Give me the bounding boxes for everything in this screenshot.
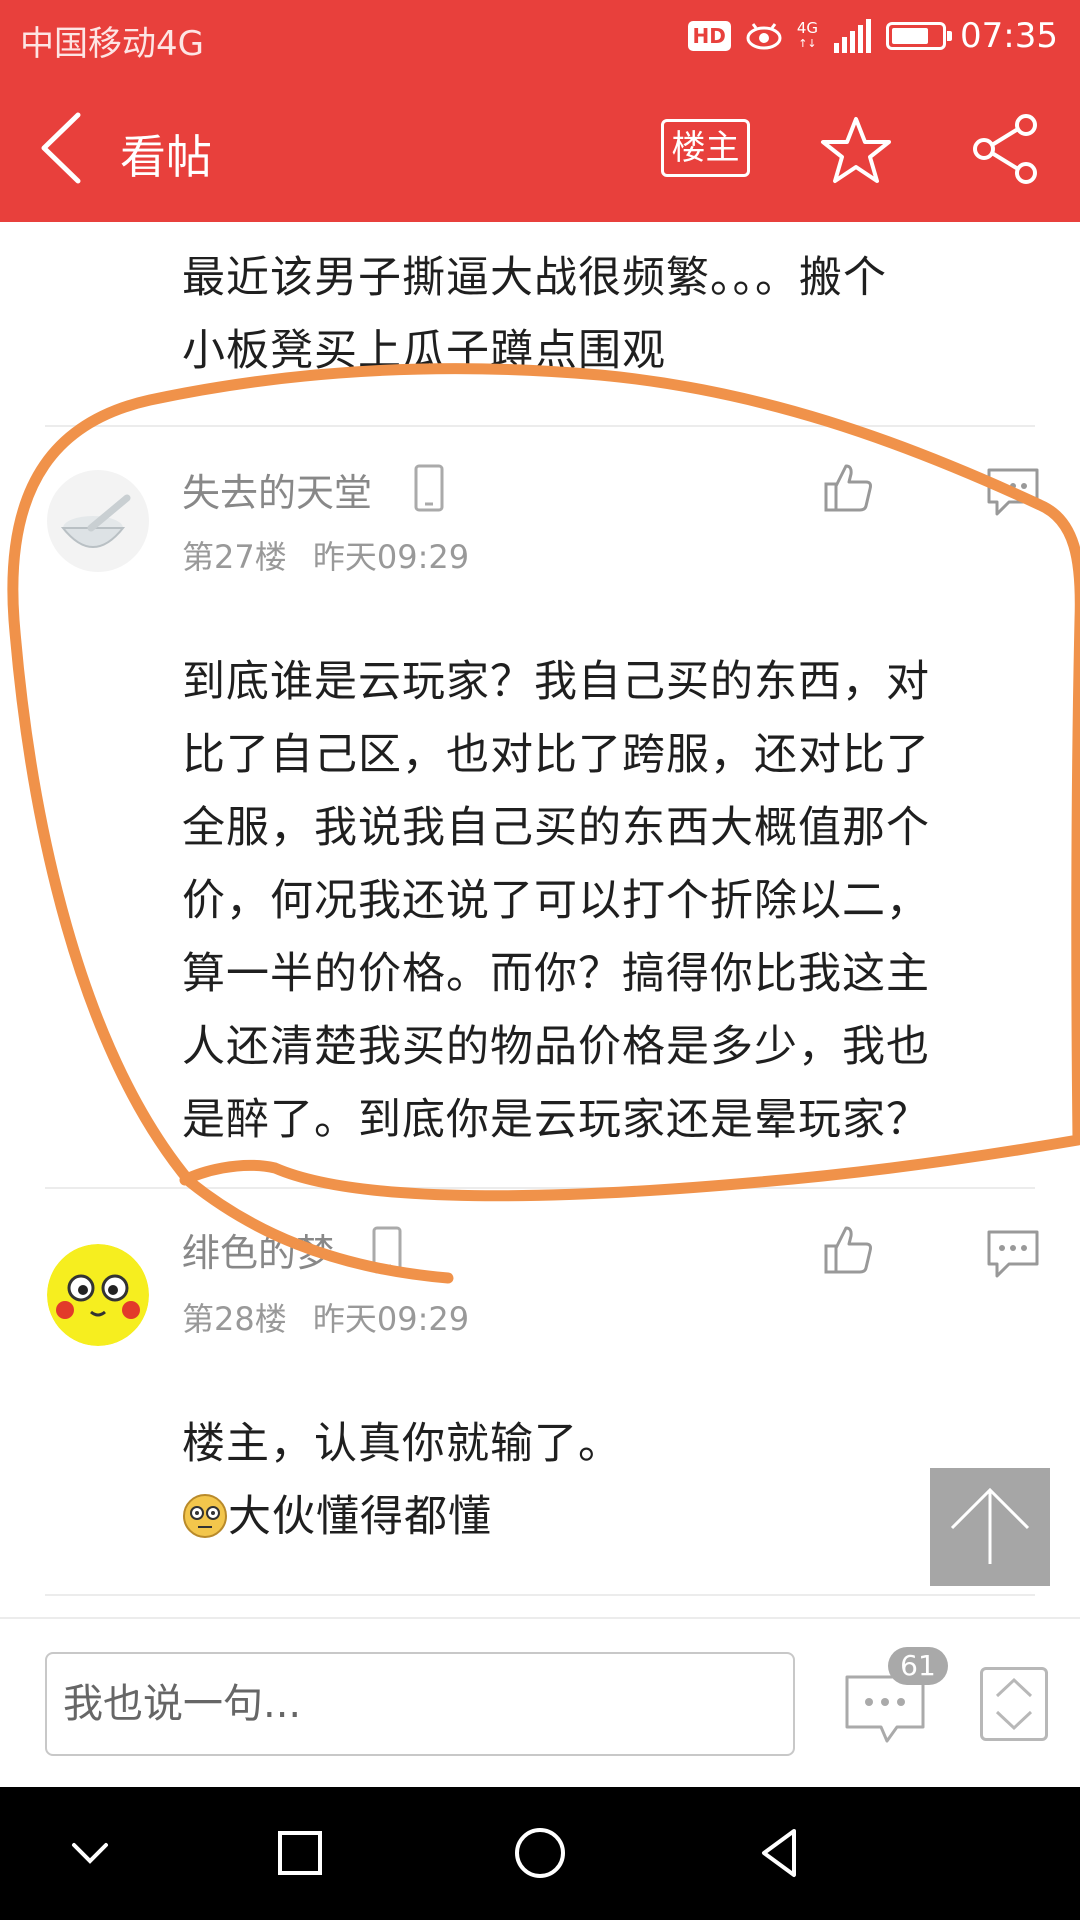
post-time: 昨天09:29 (312, 538, 470, 576)
page-jump-button[interactable] (980, 1667, 1048, 1741)
share-icon[interactable] (970, 113, 1042, 185)
thumbs-up-icon[interactable] (820, 1222, 876, 1278)
thumbs-up-icon[interactable] (820, 460, 876, 516)
recent-apps-icon[interactable] (270, 1823, 330, 1883)
comment-input[interactable] (45, 1652, 795, 1756)
reply-bubble-icon[interactable] (985, 464, 1041, 520)
avatar[interactable] (47, 470, 149, 572)
scroll-to-top-button[interactable] (930, 1468, 1050, 1586)
status-icons: HD 4G ↑↓ 07:35 (687, 14, 1058, 58)
post-body: 楼主，认真你就输了。 大伙懂得都懂 (182, 1408, 1002, 1554)
username[interactable]: 绯色的梦 (182, 1222, 334, 1277)
up-down-arrows-icon (995, 1677, 1033, 1731)
home-icon[interactable] (510, 1823, 570, 1883)
comment-bar: 61 (0, 1617, 1080, 1787)
phone-icon (414, 464, 444, 512)
back-triangle-icon[interactable] (750, 1823, 810, 1883)
network-type: 4G ↑↓ (796, 19, 819, 50)
post-time: 昨天09:29 (312, 1300, 470, 1338)
page-title: 看帖 (120, 130, 212, 184)
clock: 07:35 (960, 16, 1058, 56)
battery-fill (892, 28, 929, 44)
signal-icon (834, 19, 872, 53)
floor-number: 第27楼 (182, 538, 287, 576)
arrow-up-icon (950, 1487, 1030, 1564)
hd-icon: HD (687, 21, 731, 51)
phone-icon (372, 1226, 402, 1274)
comment-count-badge: 61 (888, 1647, 948, 1685)
battery-icon (886, 22, 953, 50)
post-meta: 第27楼 昨天09:29 (182, 532, 485, 578)
top-nav-bar: 看帖 楼主 (0, 75, 1080, 222)
avatar[interactable] (47, 1244, 149, 1346)
divider (45, 1594, 1035, 1596)
owner-only-button[interactable]: 楼主 (661, 119, 750, 177)
reply-bubble-icon[interactable] (985, 1226, 1041, 1282)
mortar-avatar-icon (47, 470, 149, 572)
pikachu-avatar-icon (47, 1244, 149, 1346)
divider (45, 1187, 1035, 1189)
floor-number: 第28楼 (182, 1300, 287, 1338)
divider (45, 425, 1035, 427)
dazed-emoji-icon (183, 1494, 227, 1538)
emoji-line: 大伙懂得都懂 (182, 1481, 1002, 1554)
thread-content[interactable]: 最近该男子撕逼大战很频繁。。。搬个 小板凳买上瓜子蹲点围观 失去的天堂 第27楼… (0, 222, 1080, 1617)
username[interactable]: 失去的天堂 (182, 462, 372, 517)
post-meta: 第28楼 昨天09:29 (182, 1294, 485, 1340)
status-bar: 中国移动4G HD 4G ↑↓ 07:35 (0, 0, 1080, 75)
chevron-down-icon[interactable] (60, 1823, 120, 1883)
eye-comfort-icon (746, 23, 782, 50)
system-nav-bar (0, 1787, 1080, 1920)
carrier-label: 中国移动4G (20, 24, 204, 64)
post-body: 到底谁是云玩家？我自己买的东西，对 比了自己区，也对比了跨服，还对比了 全服，我… (182, 657, 930, 1145)
post-body: 最近该男子撕逼大战很频繁。。。搬个 小板凳买上瓜子蹲点围观 (182, 253, 887, 376)
chevron-left-icon[interactable] (28, 105, 98, 191)
star-icon[interactable] (820, 115, 892, 185)
